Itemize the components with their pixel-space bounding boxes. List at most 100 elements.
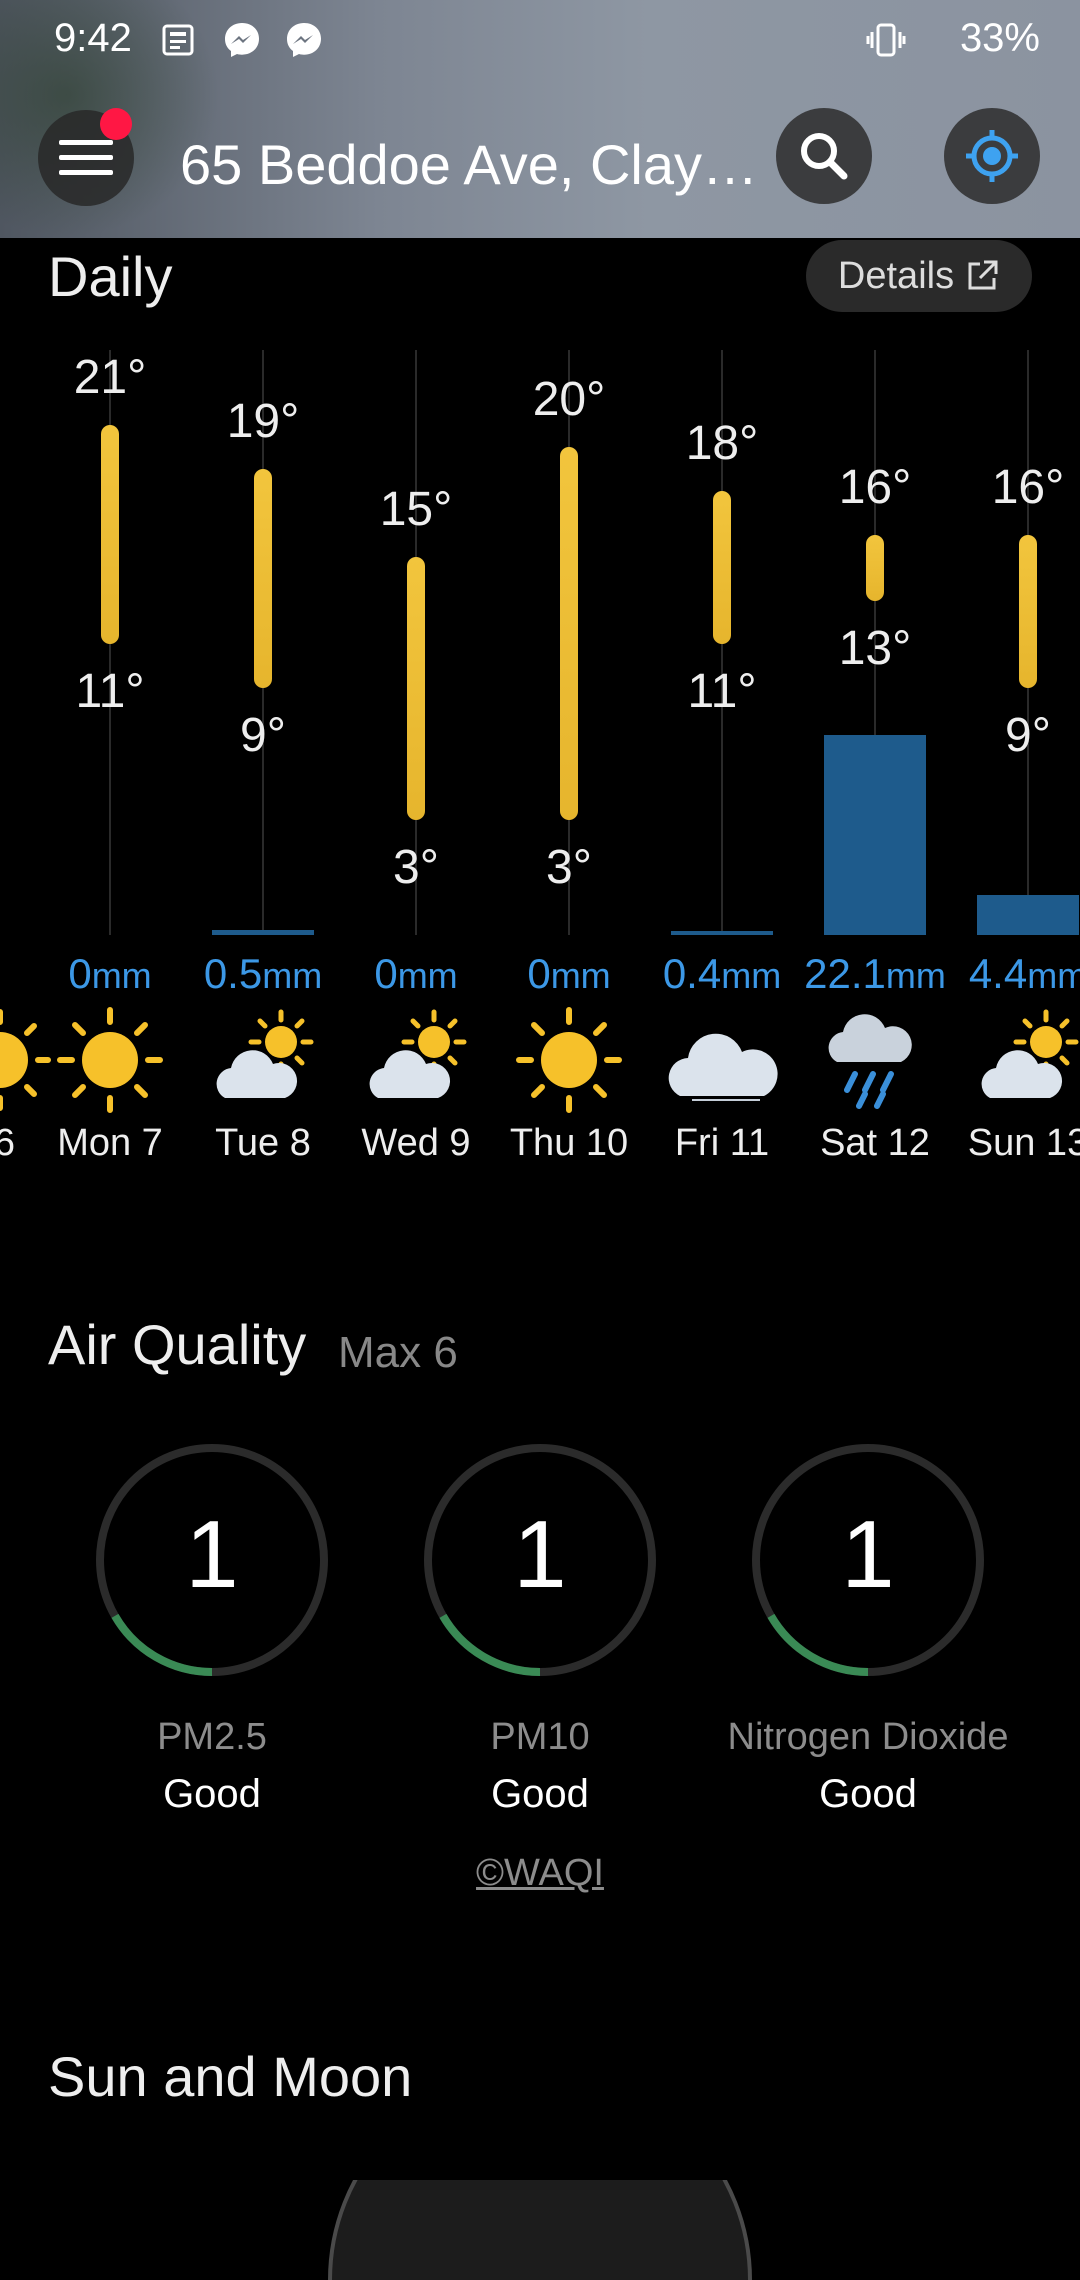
battery-percent: 33% (959, 16, 1040, 60)
low-temp-label: 13° (838, 621, 912, 675)
precip-amount: 0mm (25, 950, 195, 998)
precip-amount: 0mm (331, 950, 501, 998)
details-button[interactable]: Details (806, 240, 1032, 312)
sunny-icon (57, 1007, 163, 1113)
rain-bar (671, 931, 773, 935)
messenger-icon (225, 23, 259, 57)
temp-range-bar (254, 468, 272, 689)
precip-value: 4.4 (968, 950, 1028, 997)
aq-pollutant-name: PM2.5 (157, 1716, 267, 1758)
sun-moon-title: Sun and Moon (48, 2045, 413, 2108)
open-external-icon (968, 260, 998, 290)
day-column[interactable]: 18° 11° (647, 340, 797, 940)
rain-bar (212, 930, 314, 935)
rain-icon (828, 1014, 912, 1109)
weather-icon-row (0, 1000, 1080, 1120)
aq-value: 1 (185, 1501, 239, 1608)
precip-amount: 4.4mm (943, 950, 1080, 998)
temp-range-bar (713, 490, 731, 645)
day-label: Wed 9 (361, 1122, 471, 1164)
precip-amount: 0mm (484, 950, 654, 998)
aq-level: Good (163, 1772, 261, 1816)
partly-cloudy-icon (369, 1009, 467, 1098)
temp-range-bar (407, 556, 425, 820)
precip-value: 0.5 (203, 950, 263, 997)
precip-value: 0 (68, 950, 92, 997)
high-temp-label: 19° (226, 394, 300, 448)
precip-unit: mm (1027, 955, 1080, 996)
high-temp-label: 15° (379, 482, 453, 536)
notification-dot (100, 108, 132, 140)
status-time: 9:42 (54, 16, 132, 60)
header: 9:42 33% 65 Beddoe Ave, Clay… (0, 0, 1080, 238)
precip-unit: mm (721, 955, 782, 996)
precip-amount: 0.5mm (178, 950, 348, 998)
aq-level: Good (491, 1772, 589, 1816)
hamburger-icon (59, 140, 113, 176)
day-column[interactable]: 16° 13° (800, 340, 950, 940)
low-temp-label: 3° (393, 841, 439, 894)
high-temp-label: 16° (991, 460, 1065, 514)
low-temp-label: 11° (75, 665, 145, 719)
high-temp-label: 20° (532, 372, 606, 426)
partly-cloudy-icon (981, 1009, 1079, 1098)
day-label: Fri 11 (674, 1122, 770, 1164)
precip-unit: mm (550, 955, 611, 996)
daily-temperature-chart[interactable]: 21° 11° 19° 9° 15° 3° 20° 3° 18° 11° 16° 13° 16° 9° (0, 340, 1080, 940)
aq-pollutant-name: PM10 (490, 1716, 590, 1758)
day-label-row: 6 Mon 7 Tue 8 Wed 9 Thu 10 Fri 11 Sat 12 Sun 1… (0, 1122, 1080, 1182)
rain-bar (824, 735, 926, 935)
precip-value: 22.1 (804, 950, 886, 997)
day-label: Mon 7 (57, 1122, 163, 1164)
low-temp-label: 11° (687, 665, 757, 719)
messenger-icon-2 (287, 23, 321, 57)
precip-amount: 22.1mm (790, 950, 960, 998)
high-temp-label: 18° (685, 416, 759, 470)
rain-bar (977, 895, 1079, 935)
precip-unit: mm (262, 955, 323, 996)
day-label: Thu 10 (509, 1122, 629, 1164)
sunny-icon (516, 1007, 622, 1113)
waqi-attribution-link[interactable]: ©WAQI (440, 1852, 640, 1895)
precip-value: 0 (374, 950, 398, 997)
aq-pollutant-name: Nitrogen Dioxide (727, 1716, 1009, 1758)
location-title[interactable]: 65 Beddoe Ave, Clay… (180, 132, 760, 197)
search-icon (801, 133, 848, 180)
temp-range-bar (560, 446, 578, 820)
my-location-icon (966, 130, 1018, 182)
day-label: Sat 12 (820, 1122, 930, 1164)
search-button[interactable] (776, 108, 872, 204)
day-label: Sun 13 (967, 1122, 1080, 1164)
day-column[interactable]: 15° 3° (341, 340, 491, 940)
low-temp-label: 3° (546, 841, 592, 894)
day-label: Tue 8 (215, 1122, 311, 1164)
day-column[interactable]: 20° 3° (494, 340, 644, 940)
aq-value: 1 (513, 1501, 567, 1608)
day-column[interactable]: 21° 11° (35, 340, 185, 940)
day-column[interactable]: 16° 9° (953, 340, 1080, 940)
temp-range-bar (1019, 534, 1037, 689)
temp-range-bar (101, 425, 119, 645)
cloudy-icon (668, 1033, 778, 1101)
my-location-button[interactable] (944, 108, 1040, 204)
daily-title: Daily (48, 245, 173, 308)
partly-cloudy-icon (216, 1009, 314, 1098)
status-bar: 9:42 33% (0, 0, 1080, 80)
temp-range-bar (866, 534, 884, 601)
aq-level: Good (819, 1772, 917, 1816)
low-temp-label: 9° (1005, 709, 1051, 763)
aq-value: 1 (841, 1501, 895, 1608)
high-temp-label: 21° (73, 351, 147, 404)
precip-unit: mm (885, 955, 946, 996)
day-column[interactable]: 19° 9° (188, 340, 338, 940)
details-label: Details (837, 254, 955, 297)
precip-unit: mm (91, 955, 152, 996)
sun-arc (328, 2180, 752, 2280)
air-quality-title: Air Quality (48, 1313, 307, 1376)
air-quality-max: Max 6 (338, 1328, 458, 1377)
precip-value: 0.4 (662, 950, 722, 997)
precip-value: 0 (527, 950, 551, 997)
news-icon (162, 24, 194, 56)
vibrate-icon (866, 23, 906, 57)
precip-amount: 0.4mm (637, 950, 807, 998)
